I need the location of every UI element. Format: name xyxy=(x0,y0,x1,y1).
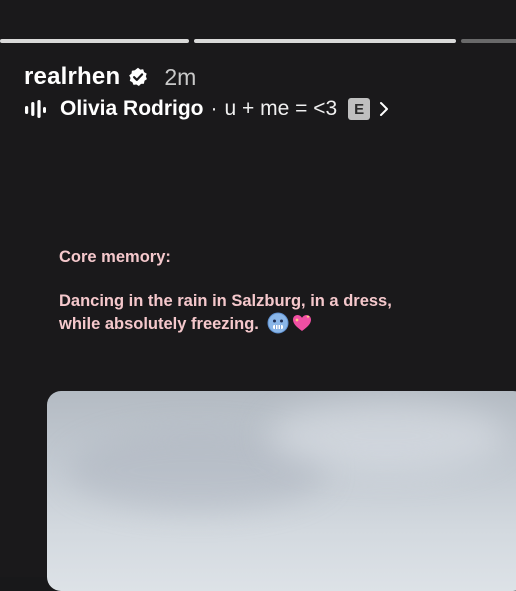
music-sticker[interactable]: Olivia Rodrigo · u + me = <3 E xyxy=(24,96,390,122)
caption-line-2: while absolutely freezing. xyxy=(59,315,259,333)
progress-segment-2 xyxy=(194,39,456,43)
music-separator: · xyxy=(210,97,218,120)
story-photo xyxy=(47,391,516,591)
story-progress-bar xyxy=(0,39,516,43)
verified-badge-icon xyxy=(128,67,148,87)
song-title: u + me = <3 xyxy=(224,97,338,120)
audio-bars-icon xyxy=(24,100,46,118)
progress-segment-1 xyxy=(0,39,189,43)
cold-face-emoji xyxy=(267,312,289,334)
artist-name: Olivia Rodrigo xyxy=(60,97,204,120)
username[interactable]: realrhen xyxy=(24,63,120,91)
sparkling-heart-emoji xyxy=(291,312,313,334)
caption-heading: Core memory: xyxy=(59,248,171,266)
post-timestamp: 2m xyxy=(164,63,197,90)
story-header: realrhen 2m xyxy=(24,60,196,94)
explicit-badge: E xyxy=(348,98,371,120)
progress-segment-3 xyxy=(461,39,516,43)
chevron-right-icon[interactable] xyxy=(378,100,390,118)
caption-line-1: Dancing in the rain in Salzburg, in a dr… xyxy=(59,292,392,310)
story-caption: Core memory: Dancing in the rain in Salz… xyxy=(59,246,489,335)
